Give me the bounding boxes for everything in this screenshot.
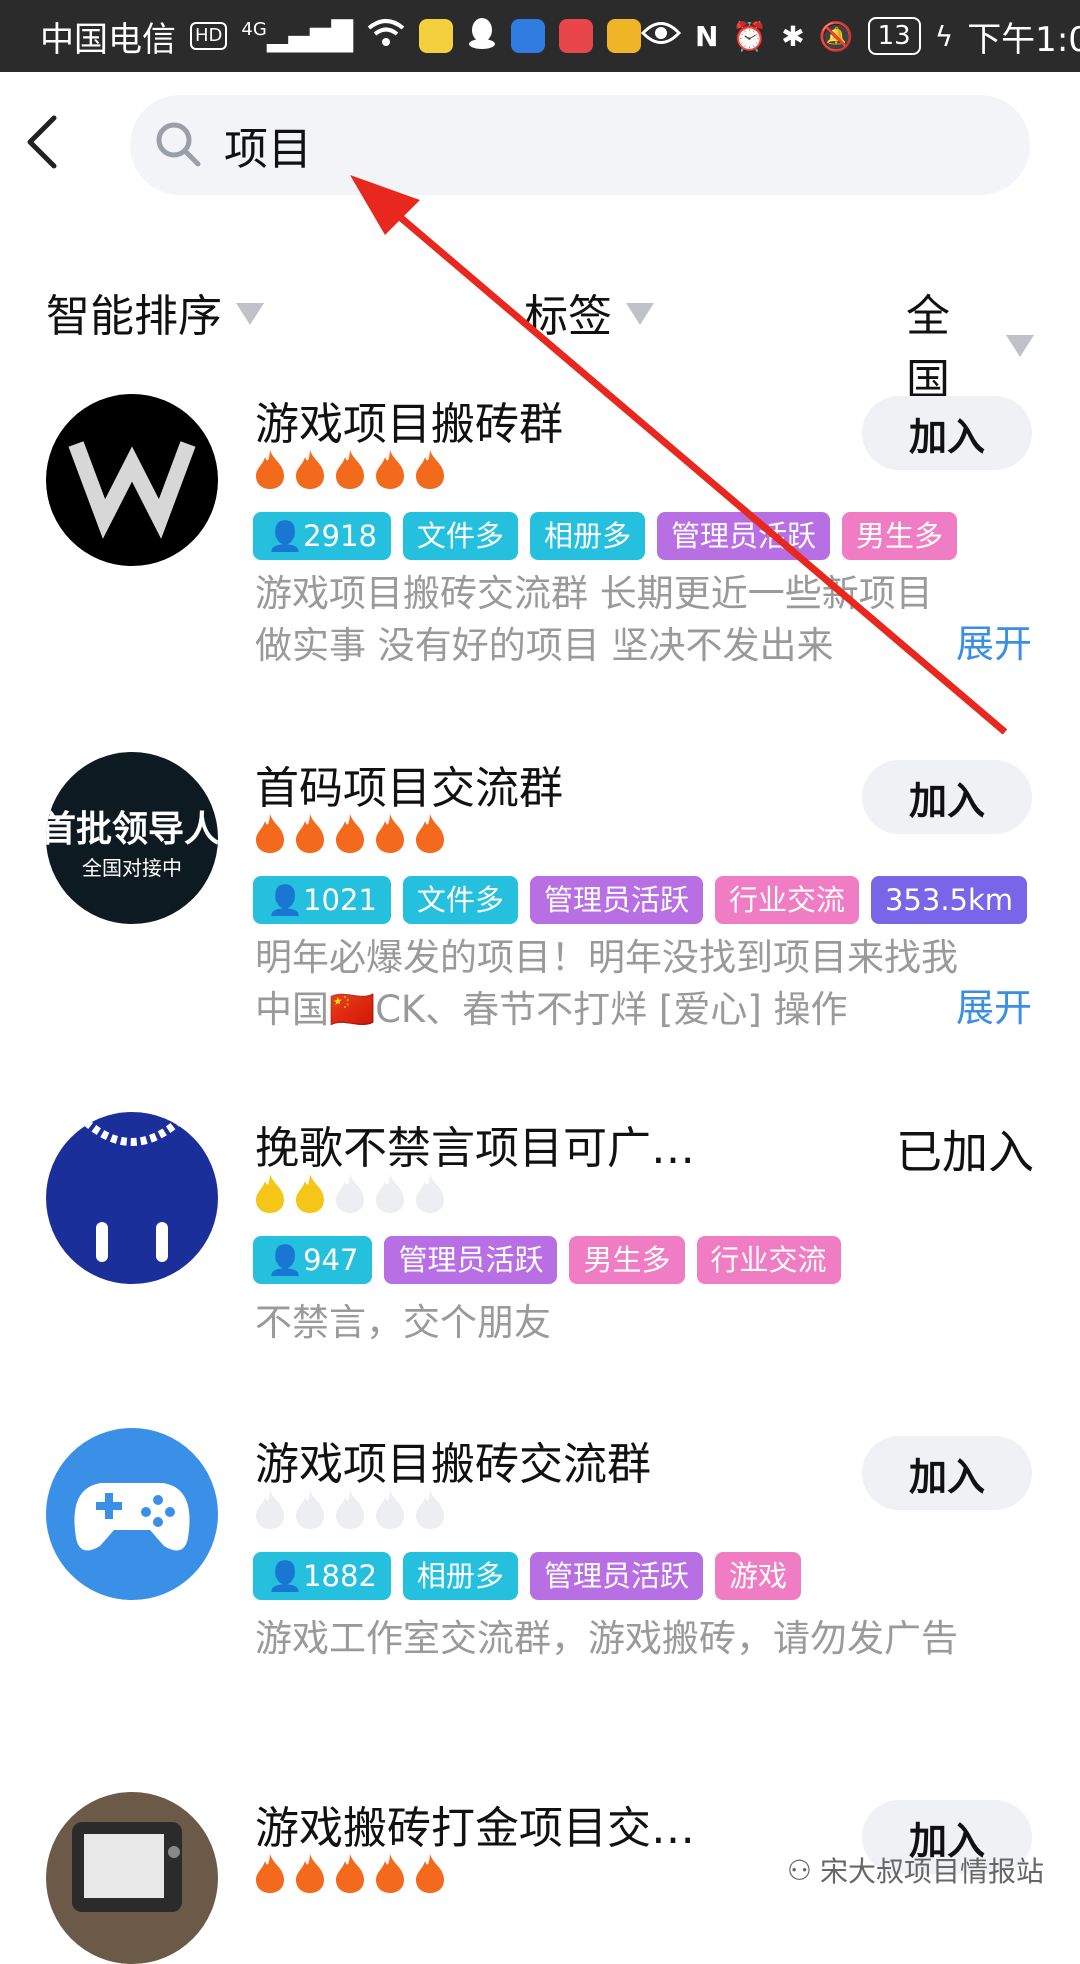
wechat-icon: ⚇ bbox=[786, 1853, 812, 1887]
watermark-text: 宋大叔项目情报站 bbox=[819, 1855, 1044, 1888]
watermark: ⚇ 宋大叔项目情报站 bbox=[787, 1850, 1044, 1890]
annotation-arrow bbox=[350, 175, 1008, 735]
